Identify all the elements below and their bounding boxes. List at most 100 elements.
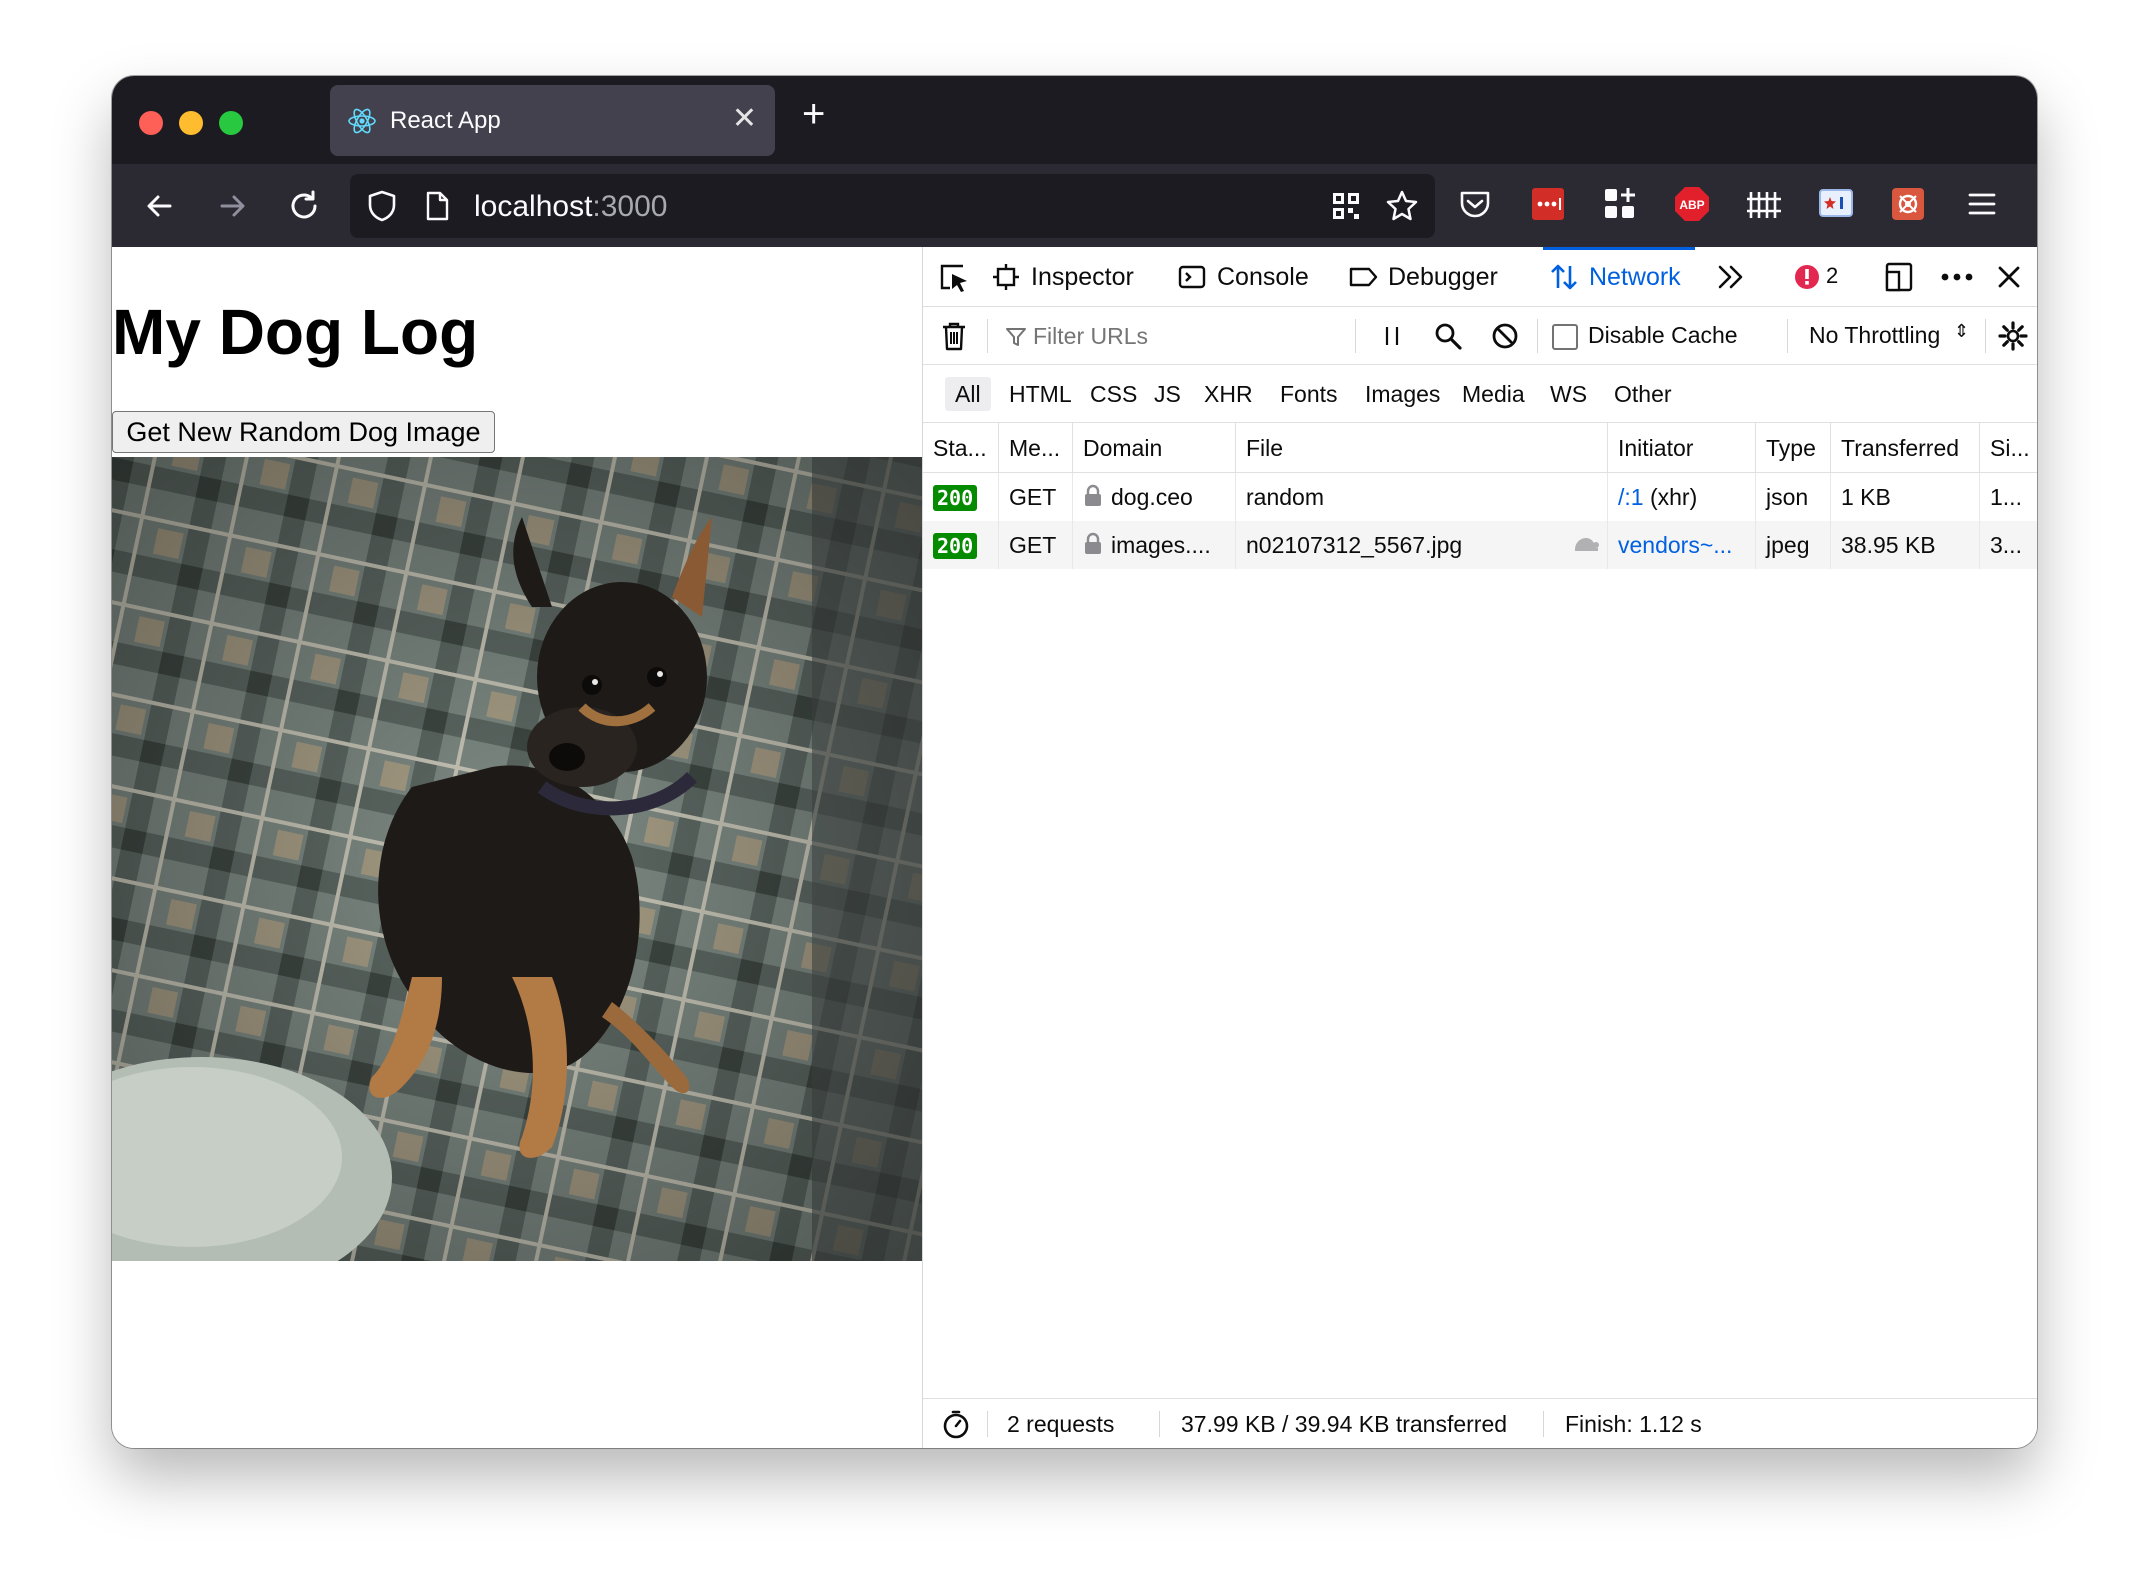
- zoom-window-button[interactable]: [219, 111, 243, 135]
- column-size[interactable]: Si...: [1980, 423, 2037, 473]
- tab-title: React App: [390, 107, 501, 134]
- disable-cache-checkbox[interactable]: [1552, 324, 1578, 350]
- finish-time: Finish: 1.12 s: [1565, 1411, 1702, 1437]
- more-options-icon[interactable]: [1939, 263, 1975, 291]
- filter-media[interactable]: Media: [1452, 377, 1535, 411]
- row-domain-text: images....: [1111, 532, 1211, 558]
- row-type: json: [1756, 473, 1831, 521]
- initiator-link[interactable]: vendors~...: [1618, 532, 1732, 558]
- debugger-icon: [1349, 267, 1378, 287]
- tab-debugger[interactable]: Debugger: [1348, 247, 1498, 307]
- trash-icon[interactable]: [939, 320, 969, 352]
- block-icon[interactable]: [1491, 322, 1519, 350]
- column-file[interactable]: File: [1236, 423, 1608, 473]
- filter-all[interactable]: All: [945, 377, 991, 411]
- fence-extension-icon[interactable]: [1744, 184, 1784, 224]
- tab-network[interactable]: Network: [1543, 247, 1695, 307]
- close-window-button[interactable]: [139, 111, 163, 135]
- filter-js[interactable]: JS: [1144, 377, 1191, 411]
- error-icon[interactable]: [1793, 263, 1821, 291]
- row-size: 3...: [1990, 532, 2022, 558]
- stopwatch-icon[interactable]: [941, 1409, 971, 1439]
- close-devtools-icon[interactable]: [1995, 263, 2023, 291]
- throttling-arrows-icon[interactable]: ⇕: [1954, 321, 1969, 342]
- filter-other[interactable]: Other: [1604, 377, 1682, 411]
- network-arrows-icon: [1551, 264, 1577, 290]
- filter-html[interactable]: HTML: [999, 377, 1082, 411]
- row-file: random: [1236, 473, 1608, 521]
- search-icon[interactable]: [1433, 321, 1463, 351]
- hamburger-menu-icon[interactable]: [1962, 184, 2002, 224]
- network-filter-bar: Disable Cache No Throttling ⇕: [923, 307, 2037, 365]
- row-domain-text: dog.ceo: [1111, 484, 1193, 510]
- column-initiator[interactable]: Initiator: [1608, 423, 1756, 473]
- navigation-toolbar: localhost:3000 ABP: [112, 164, 2037, 247]
- pause-icon[interactable]: [1379, 323, 1405, 349]
- status-badge: 200: [933, 533, 978, 559]
- devtools-panel: Inspector Console Debugger Network 2 Fil…: [922, 247, 2037, 1448]
- get-random-dog-button[interactable]: Get New Random Dog Image: [112, 411, 495, 453]
- extensions-grid-icon[interactable]: [1600, 184, 1640, 224]
- disable-cache-label[interactable]: Disable Cache: [1588, 322, 1738, 349]
- filter-css[interactable]: CSS: [1080, 377, 1147, 411]
- url-bar[interactable]: localhost:3000: [350, 174, 1435, 238]
- url-port: :3000: [592, 190, 668, 223]
- filter-fonts[interactable]: Fonts: [1270, 377, 1348, 411]
- row-initiator[interactable]: vendors~...: [1608, 521, 1756, 569]
- separator: [1537, 319, 1538, 353]
- tab-network-label: Network: [1589, 262, 1681, 291]
- row-method: GET: [999, 521, 1073, 569]
- column-type[interactable]: Type: [1756, 423, 1831, 473]
- network-status-bar: 2 requests 37.99 KB / 39.94 KB transferr…: [923, 1398, 2037, 1448]
- page-icon[interactable]: [422, 190, 452, 222]
- browser-window: React App ✕ + localhost:3000 ABP My Dog …: [112, 76, 2037, 1448]
- row-transferred: 38.95 KB: [1831, 521, 1980, 569]
- row-initiator[interactable]: /:1 (xhr): [1608, 473, 1756, 521]
- responsive-design-icon[interactable]: [1883, 260, 1915, 294]
- row-transferred: 1 KB: [1831, 473, 1980, 521]
- column-status[interactable]: Sta...: [923, 423, 999, 473]
- column-transferred[interactable]: Transferred: [1831, 423, 1980, 473]
- reload-icon[interactable]: [284, 186, 324, 226]
- settings-gear-icon[interactable]: [1997, 320, 2029, 352]
- separator: [1543, 1411, 1544, 1437]
- bookmark-star-icon[interactable]: [1384, 188, 1420, 224]
- react-logo-icon: [348, 108, 376, 134]
- initiator-suffix: (xhr): [1643, 484, 1698, 510]
- react-devtools-extension-icon[interactable]: [1888, 184, 1928, 224]
- throttling-select[interactable]: No Throttling: [1809, 322, 1940, 349]
- tab-inspector[interactable]: Inspector: [991, 247, 1134, 307]
- column-method[interactable]: Me...: [999, 423, 1073, 473]
- filter-xhr[interactable]: XHR: [1194, 377, 1263, 411]
- adblock-plus-icon[interactable]: ABP: [1672, 184, 1712, 224]
- back-arrow-icon[interactable]: [140, 186, 180, 226]
- filter-urls-input[interactable]: [1033, 319, 1333, 353]
- pocket-icon[interactable]: [1455, 184, 1495, 224]
- close-tab-icon[interactable]: ✕: [732, 101, 757, 136]
- more-tabs-chevron-icon[interactable]: [1715, 262, 1747, 292]
- tab-console[interactable]: Console: [1177, 247, 1309, 307]
- screen-reader-extension-icon[interactable]: [1816, 184, 1856, 224]
- initiator-link[interactable]: /:1: [1618, 484, 1644, 510]
- request-row[interactable]: 200 GET images.... n02107312_5567.jpg ve…: [923, 521, 2037, 569]
- separator: [987, 319, 988, 353]
- forward-arrow-icon[interactable]: [212, 186, 252, 226]
- filter-ws[interactable]: WS: [1540, 377, 1597, 411]
- browser-tab[interactable]: React App ✕: [330, 85, 775, 156]
- element-picker-icon[interactable]: [937, 261, 971, 295]
- tab-strip: React App ✕ +: [112, 76, 2037, 164]
- minimize-window-button[interactable]: [179, 111, 203, 135]
- request-row[interactable]: 200 GET dog.ceo random /:1 (xhr) json 1 …: [923, 473, 2037, 521]
- separator: [1159, 1411, 1160, 1437]
- filter-images[interactable]: Images: [1355, 377, 1450, 411]
- svg-text:ABP: ABP: [1679, 198, 1704, 212]
- new-tab-button[interactable]: +: [802, 94, 825, 134]
- shield-icon[interactable]: [364, 188, 400, 224]
- dog-photo: [112, 457, 922, 1261]
- qr-code-icon[interactable]: [1330, 190, 1362, 222]
- error-count[interactable]: 2: [1826, 263, 1838, 289]
- lastpass-extension-icon[interactable]: [1528, 184, 1568, 224]
- row-status: 200: [923, 521, 999, 569]
- web-page-content: My Dog Log Get New Random Dog Image: [112, 247, 922, 1448]
- column-domain[interactable]: Domain: [1073, 423, 1236, 473]
